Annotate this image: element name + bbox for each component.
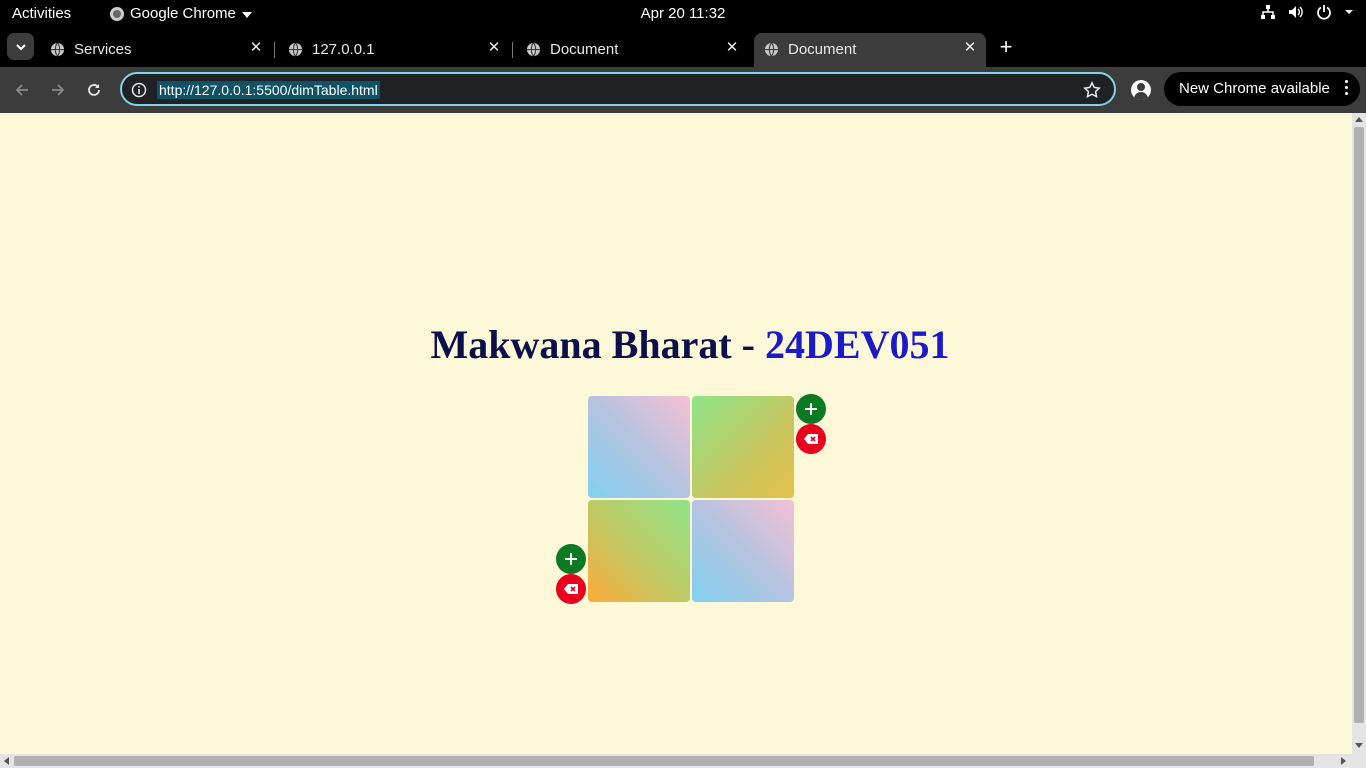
power-icon[interactable] [1316, 4, 1332, 20]
title-name: Makwana Bharat - [430, 322, 765, 367]
scroll-right-icon[interactable] [1341, 757, 1346, 765]
close-icon[interactable]: ✕ [724, 40, 740, 56]
url-text[interactable]: http://127.0.0.1:5500/dimTable.html [157, 81, 380, 99]
address-bar[interactable]: http://127.0.0.1:5500/dimTable.html [120, 72, 1116, 106]
app-menu[interactable]: Google Chrome [110, 5, 252, 22]
plus-icon [805, 403, 817, 415]
chevron-down-icon[interactable] [1344, 4, 1354, 20]
new-tab-button[interactable]: + [996, 36, 1016, 58]
close-icon[interactable]: ✕ [248, 40, 264, 56]
app-menu-label: Google Chrome [130, 5, 236, 22]
globe-icon [288, 42, 303, 57]
scrollbar-thumb[interactable] [14, 756, 1314, 766]
bookmark-star-icon[interactable] [1083, 81, 1101, 99]
backspace-icon [564, 584, 578, 594]
delete-column-button[interactable] [796, 424, 826, 454]
tab-document[interactable]: Document ✕ [516, 33, 748, 67]
add-row-button[interactable] [556, 544, 586, 574]
more-menu-icon[interactable] [1345, 80, 1348, 95]
info-icon[interactable] [131, 82, 147, 98]
chevron-down-icon [15, 43, 26, 50]
tab-services[interactable]: Services ✕ [40, 33, 272, 67]
grid-cell[interactable] [692, 500, 794, 602]
forward-button[interactable] [47, 79, 69, 101]
page-title: Makwana Bharat - 24DEV051 [0, 321, 1352, 368]
update-chrome-label: New Chrome available [1179, 80, 1330, 97]
tab-divider [512, 42, 513, 58]
delete-row-button[interactable] [556, 574, 586, 604]
tab-search-button[interactable] [7, 33, 34, 60]
arrow-left-icon [15, 84, 28, 96]
reload-button[interactable] [83, 79, 105, 101]
tab-label: Document [550, 41, 619, 58]
globe-icon [50, 42, 65, 57]
grid-cell[interactable] [588, 396, 690, 498]
grid-cell[interactable] [692, 396, 794, 498]
scroll-up-icon[interactable] [1355, 117, 1363, 122]
browser-toolbar: http://127.0.0.1:5500/dimTable.html New … [0, 67, 1366, 113]
scroll-down-icon[interactable] [1355, 743, 1363, 748]
reload-icon [88, 84, 100, 96]
page-content: Makwana Bharat - 24DEV051 [0, 113, 1352, 754]
tab-label: Services [74, 41, 132, 58]
scrollbar-thumb[interactable] [1354, 127, 1364, 723]
grid-cell[interactable] [588, 500, 690, 602]
add-column-button[interactable] [796, 394, 826, 424]
system-top-bar: Activities Google Chrome Apr 20 11:32 [0, 0, 1366, 27]
chrome-icon [110, 6, 124, 21]
profile-avatar-icon[interactable] [1131, 80, 1151, 100]
tab-label: Document [788, 41, 857, 58]
tab-localhost[interactable]: 127.0.0.1 ✕ [278, 33, 510, 67]
update-chrome-button[interactable]: New Chrome available [1164, 72, 1360, 106]
volume-icon[interactable] [1288, 4, 1304, 20]
scroll-left-icon[interactable] [4, 757, 9, 765]
network-icon[interactable] [1260, 4, 1276, 20]
globe-icon [764, 42, 779, 57]
horizontal-scrollbar[interactable] [0, 754, 1366, 768]
globe-icon [526, 42, 541, 57]
tab-strip: Services ✕ 127.0.0.1 ✕ Document ✕ Docume… [0, 27, 1366, 67]
close-icon[interactable]: ✕ [486, 40, 502, 56]
arrow-right-icon [52, 84, 65, 96]
close-icon[interactable]: ✕ [962, 40, 978, 56]
tab-label: 127.0.0.1 [312, 41, 375, 58]
system-tray[interactable] [1260, 4, 1354, 20]
tab-document-active[interactable]: Document ✕ [754, 33, 986, 67]
back-button[interactable] [11, 79, 33, 101]
activities-button[interactable]: Activities [12, 5, 71, 22]
caret-down-icon [241, 11, 252, 18]
title-id: 24DEV051 [765, 322, 950, 367]
plus-icon [565, 553, 577, 565]
backspace-icon [804, 434, 818, 444]
tab-divider [274, 42, 275, 58]
vertical-scrollbar[interactable] [1352, 113, 1366, 754]
clock[interactable]: Apr 20 11:32 [641, 5, 726, 22]
